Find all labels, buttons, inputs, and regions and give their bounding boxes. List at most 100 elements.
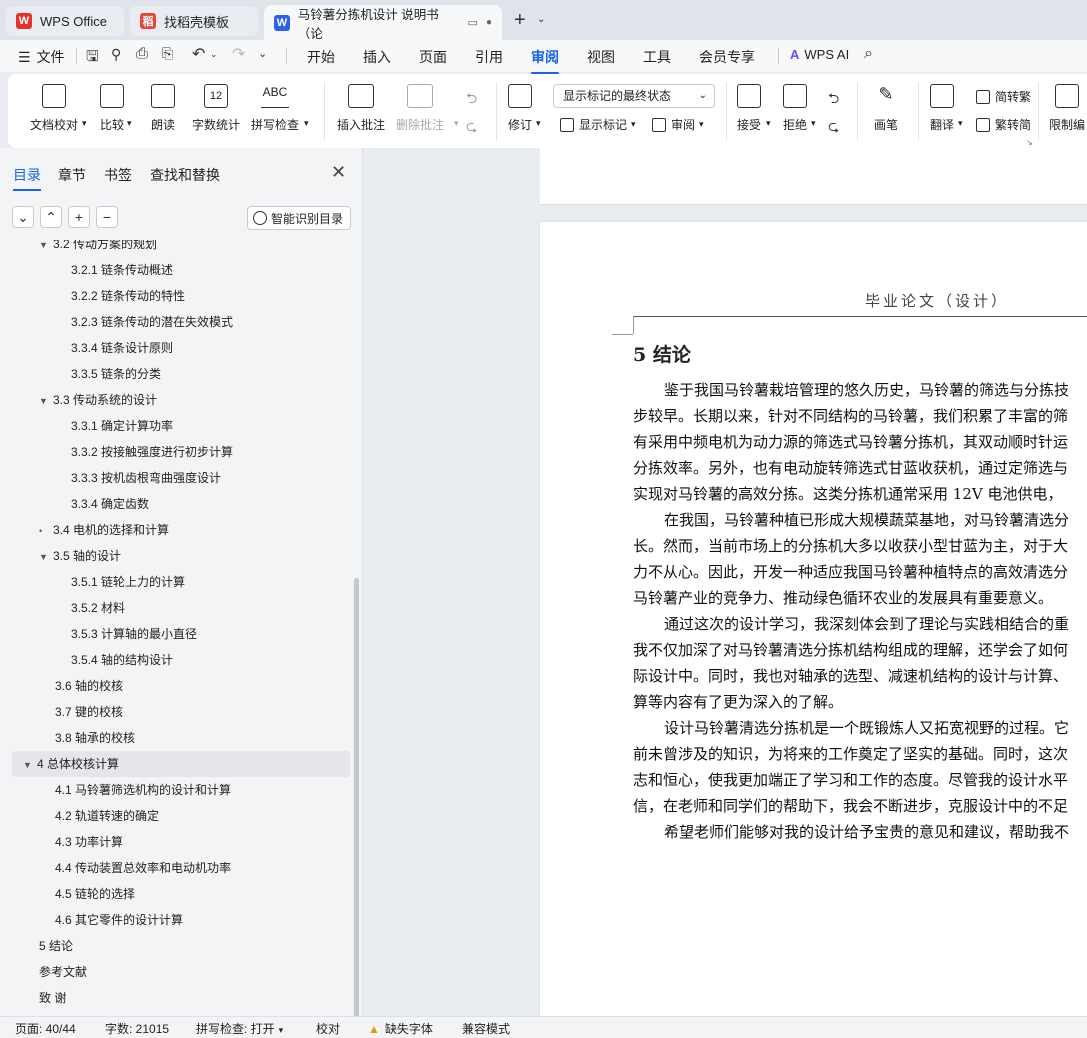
toc-item[interactable]: 3.3.4 确定齿数	[71, 491, 149, 517]
restrict-edit-button[interactable]: 限制编	[1049, 84, 1085, 133]
next-change-icon[interactable]: ⮎	[828, 116, 839, 140]
redo-icon[interactable]: ↷	[232, 44, 245, 64]
to-traditional-button[interactable]: 简转繁	[976, 88, 1031, 105]
toc-item[interactable]: ▼ 3.2 传动方案的规划	[39, 240, 157, 257]
spell-check-button[interactable]: ABC 拼写检查	[251, 84, 299, 133]
menu-insert[interactable]: 插入	[363, 47, 391, 67]
toc-item[interactable]: • 3.4 电机的选择和计算	[39, 517, 169, 543]
review-pane-button[interactable]: 审阅 ▾	[652, 116, 704, 133]
word-count-status[interactable]: 字数: 21015	[105, 1020, 169, 1037]
toc-item[interactable]: 4.4 传动装置总效率和电动机功率	[55, 855, 231, 881]
page-indicator[interactable]: 页面: 40/44	[15, 1020, 76, 1037]
toc-item[interactable]: 参考文献	[39, 959, 87, 985]
toc-item[interactable]: 3.7 键的校核	[55, 699, 123, 725]
tab-list-chevron-icon[interactable]: ⌄	[537, 14, 545, 25]
text-line: 希望老师们能够对我的设计给予宝贵的意见和建议，帮助我不	[664, 823, 1070, 841]
print-icon[interactable]: ⎙	[136, 45, 148, 62]
caret-down-icon[interactable]: ▼	[23, 752, 37, 778]
doc-check-button[interactable]: 文档校对	[30, 84, 78, 133]
toc-item[interactable]: 5 结论	[39, 933, 73, 959]
menu-start[interactable]: 开始	[307, 47, 335, 67]
delete-comment-button[interactable]: 删除批注	[396, 84, 444, 133]
menu-tools[interactable]: 工具	[643, 47, 671, 67]
compare-button[interactable]: 比较	[100, 84, 124, 133]
caret-down-icon[interactable]: ▼	[39, 240, 53, 258]
reject-button[interactable]: 拒绝	[783, 84, 807, 133]
accept-button[interactable]: 接受	[737, 84, 761, 133]
remove-heading-button[interactable]: −	[96, 206, 118, 228]
read-aloud-button[interactable]: 朗读	[151, 84, 175, 133]
toc-item[interactable]: 3.3.4 链条设计原则	[71, 335, 173, 361]
expand-down-button[interactable]: ⌄	[12, 206, 34, 228]
tab-toc[interactable]: 目录	[13, 165, 41, 191]
tab-docer[interactable]: 稻 找稻壳模板	[130, 6, 258, 36]
toc-item[interactable]: 4.6 其它零件的设计计算	[55, 907, 183, 933]
file-menu[interactable]: ☰ 文件	[18, 47, 65, 67]
caret-down-icon[interactable]: ▼	[39, 388, 53, 414]
save-icon[interactable]: 🖫	[86, 46, 99, 71]
spell-check-status[interactable]: 拼写检查: 打开 ▾	[196, 1020, 283, 1037]
insert-comment-button[interactable]: 插入批注	[337, 84, 385, 133]
add-heading-button[interactable]: +	[68, 206, 90, 228]
toc-item[interactable]: 3.2.1 链条传动概述	[71, 257, 173, 283]
toc-item[interactable]: 3.5.2 材料	[71, 595, 125, 621]
tab-chapters[interactable]: 章节	[58, 165, 86, 185]
prev-comment-icon[interactable]: ⮌	[466, 88, 477, 112]
toc-item[interactable]: 3.5.3 计算轴的最小直径	[71, 621, 197, 647]
menu-review[interactable]: 审阅	[531, 47, 559, 74]
scrollbar[interactable]	[354, 578, 359, 1018]
toc-item[interactable]: 3.5.4 轴的结构设计	[71, 647, 173, 673]
undo-chevron-icon[interactable]: ⌄	[210, 49, 218, 60]
toc-item[interactable]: 3.3.3 按机齿根弯曲强度设计	[71, 465, 221, 491]
toc-item[interactable]: 4.5 链轮的选择	[55, 881, 135, 907]
toc-item[interactable]: 4.3 功率计算	[55, 829, 123, 855]
proofread-status[interactable]: 校对	[316, 1020, 340, 1037]
smart-toc-button[interactable]: 智能识别目录	[247, 206, 351, 230]
tab-find-replace[interactable]: 查找和替换	[150, 165, 220, 185]
show-markup-button[interactable]: 显示标记 ▾	[560, 116, 636, 133]
print-preview-icon[interactable]: ⎘	[162, 45, 173, 62]
tab-document[interactable]: W 马铃薯分拣机设计 说明书（论 ▭ ●	[264, 5, 502, 41]
close-icon[interactable]: ✕	[331, 162, 346, 183]
collapse-up-button[interactable]: ⌃	[40, 206, 62, 228]
revise-button[interactable]: 修订	[508, 84, 532, 133]
new-tab-icon[interactable]: +	[514, 9, 526, 32]
expand-dialog-icon[interactable]: ↘	[1026, 138, 1033, 147]
missing-font-status[interactable]: ▲ 缺失字体	[368, 1020, 433, 1037]
toc-item[interactable]: ▼ 3.5 轴的设计	[39, 543, 121, 569]
share-icon[interactable]: ⚲	[111, 46, 121, 63]
tab-bookmarks[interactable]: 书签	[104, 165, 132, 185]
toc-item[interactable]: 4.1 马铃薯筛选机构的设计和计算	[55, 777, 231, 803]
toc-item[interactable]: 致 谢	[39, 985, 66, 1011]
menu-view[interactable]: 视图	[587, 47, 615, 67]
toc-item[interactable]: 3.3.1 确定计算功率	[71, 413, 173, 439]
toc-item[interactable]: 3.3.2 按接触强度进行初步计算	[71, 439, 233, 465]
next-comment-icon[interactable]: ⮎	[466, 116, 477, 140]
toc-item[interactable]: 4.2 轨道转速的确定	[55, 803, 159, 829]
menu-reference[interactable]: 引用	[475, 47, 503, 67]
more-chevron-icon[interactable]: ⌄	[258, 47, 267, 60]
toc-item[interactable]: 3.2.3 链条传动的潜在失效模式	[71, 309, 233, 335]
unsaved-dot-icon[interactable]: ●	[486, 17, 492, 28]
toc-item[interactable]: 3.5.1 链轮上力的计算	[71, 569, 185, 595]
wps-ai-button[interactable]: A WPS AI	[790, 47, 849, 62]
toc-item[interactable]: 3.6 轴的校核	[55, 673, 123, 699]
markup-state-select[interactable]: 显示标记的最终状态 ⌄	[553, 84, 715, 108]
tab-wps-office[interactable]: W WPS Office	[6, 6, 124, 36]
label: 简转繁	[995, 90, 1032, 104]
pen-button[interactable]: ✎ 画笔	[874, 84, 898, 133]
menu-page[interactable]: 页面	[419, 47, 447, 67]
toc-item[interactable]: 3.2.2 链条传动的特性	[71, 283, 185, 309]
search-icon[interactable]: ⌕	[864, 45, 873, 63]
toc-item[interactable]: ▼ 4 总体校核计算	[12, 751, 350, 777]
word-count-button[interactable]: 12 字数统计	[192, 84, 240, 133]
toc-item[interactable]: 3.8 轴承的校核	[55, 725, 135, 751]
to-simplified-button[interactable]: 繁转简	[976, 116, 1031, 133]
translate-button[interactable]: 翻译	[930, 84, 954, 133]
prev-change-icon[interactable]: ⮌	[828, 88, 839, 112]
caret-down-icon[interactable]: ▼	[39, 544, 53, 570]
undo-icon[interactable]: ↶	[192, 44, 205, 64]
toc-item[interactable]: 3.3.5 链条的分类	[71, 361, 161, 387]
toc-item[interactable]: ▼ 3.3 传动系统的设计	[39, 387, 157, 413]
menu-member[interactable]: 会员专享	[699, 47, 755, 67]
